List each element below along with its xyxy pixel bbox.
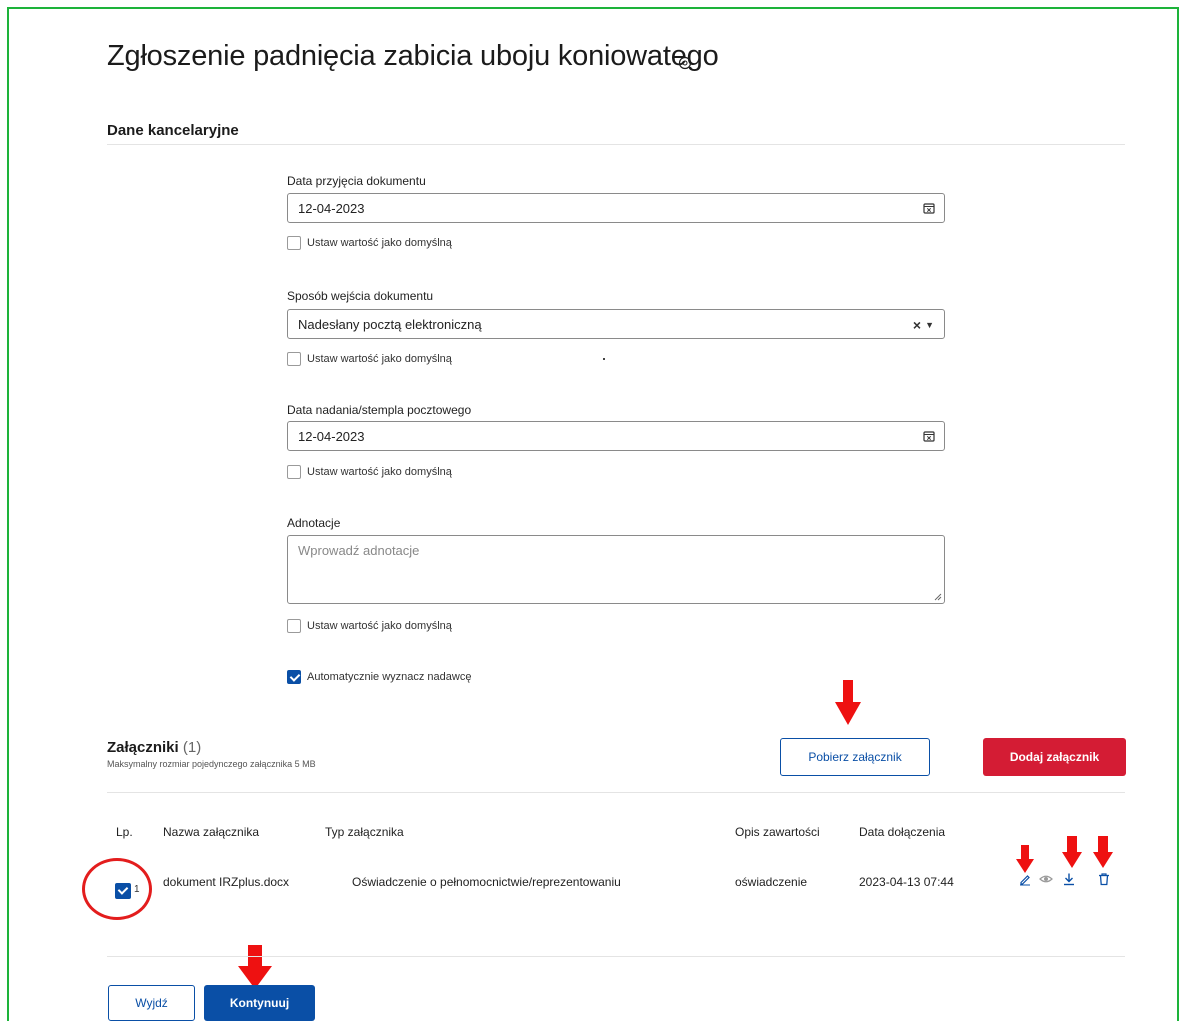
attachment-name: dokument IRZplus.docx: [163, 875, 290, 889]
calendar-icon[interactable]: [923, 430, 935, 442]
chevron-down-icon[interactable]: ▼: [925, 320, 934, 330]
attachment-date: 2023-04-13 07:44: [859, 875, 954, 889]
attachments-title: Załączniki (1): [107, 739, 201, 756]
exit-button[interactable]: Wyjdź: [108, 985, 195, 1021]
add-attachment-button[interactable]: Dodaj załącznik: [983, 738, 1126, 776]
doc-entry-method-default-checkbox[interactable]: [287, 352, 301, 366]
column-header-type: Typ załącznika: [325, 825, 404, 839]
resize-handle-icon[interactable]: [934, 593, 942, 601]
calendar-icon[interactable]: [923, 202, 935, 214]
doc-received-date-value: 12-04-2023: [298, 201, 365, 216]
page-title: Zgłoszenie padnięcia zabicia uboju konio…: [107, 40, 719, 72]
trash-icon[interactable]: [1097, 872, 1111, 886]
annotation-arrow-icon: [835, 680, 861, 725]
divider: [107, 956, 1125, 957]
column-header-name: Nazwa załącznika: [163, 825, 260, 839]
set-default-label: Ustaw wartość jako domyślną: [307, 353, 452, 365]
divider: [107, 144, 1125, 145]
doc-entry-method-select[interactable]: Nadesłany pocztą elektroniczną × ▼: [287, 309, 945, 339]
annotations-label: Adnotacje: [287, 516, 341, 530]
doc-received-date-label: Data przyjęcia dokumentu: [287, 174, 426, 188]
clear-icon[interactable]: ×: [913, 317, 921, 333]
doc-received-date-default-checkbox[interactable]: [287, 236, 301, 250]
postmark-date-default-checkbox[interactable]: [287, 465, 301, 479]
annotations-default-row[interactable]: Ustaw wartość jako domyślną: [287, 619, 452, 633]
postmark-date-label: Data nadania/stempla pocztowego: [287, 403, 472, 417]
annotations-textarea[interactable]: Wprowadź adnotacje: [287, 535, 945, 604]
divider: [107, 792, 1125, 793]
auto-sender-label: Automatycznie wyznacz nadawcę: [307, 671, 472, 683]
auto-sender-checkbox[interactable]: [287, 670, 301, 684]
doc-entry-method-default-row[interactable]: Ustaw wartość jako domyślną: [287, 352, 452, 366]
section-title-office-data: Dane kancelaryjne: [107, 122, 239, 139]
annotation-arrow-icon: [1093, 836, 1113, 868]
postmark-date-value: 12-04-2023: [298, 429, 365, 444]
annotations-default-checkbox[interactable]: [287, 619, 301, 633]
doc-received-date-default-row[interactable]: Ustaw wartość jako domyślną: [287, 236, 452, 250]
download-attachment-button[interactable]: Pobierz załącznik: [780, 738, 930, 776]
continue-button[interactable]: Kontynuuj: [204, 985, 315, 1021]
help-icon[interactable]: [678, 56, 692, 70]
download-icon[interactable]: [1062, 872, 1076, 886]
attachments-max-size-note: Maksymalny rozmiar pojedynczego załączni…: [107, 759, 316, 769]
column-header-date: Data dołączenia: [859, 825, 946, 839]
annotation-circle: [82, 858, 152, 920]
doc-entry-method-label: Sposób wejścia dokumentu: [287, 289, 434, 303]
attachment-type: Oświadczenie o pełnomocnictwie/reprezent…: [352, 875, 621, 889]
screenshot-frame: [7, 7, 1179, 1021]
annotations-placeholder: Wprowadź adnotacje: [298, 543, 420, 558]
attachment-description: oświadczenie: [735, 875, 808, 889]
attachments-title-text: Załączniki: [107, 739, 179, 756]
set-default-label: Ustaw wartość jako domyślną: [307, 237, 452, 249]
annotation-arrow-icon: [1062, 836, 1082, 868]
auto-sender-row[interactable]: Automatycznie wyznacz nadawcę: [287, 670, 471, 684]
doc-entry-method-value: Nadesłany pocztą elektroniczną: [298, 317, 482, 332]
postmark-date-input[interactable]: 12-04-2023: [287, 421, 945, 451]
set-default-label: Ustaw wartość jako domyślną: [307, 466, 452, 478]
annotation-arrow-icon: [1016, 845, 1034, 873]
stray-dot: [603, 358, 605, 360]
attachments-count: (1): [182, 739, 202, 756]
column-header-number: Lp.: [116, 825, 133, 839]
doc-received-date-input[interactable]: 12-04-2023: [287, 193, 945, 223]
annotation-arrow-icon: [238, 945, 272, 989]
postmark-date-default-row[interactable]: Ustaw wartość jako domyślną: [287, 465, 452, 479]
eye-icon[interactable]: [1039, 872, 1053, 886]
column-header-description: Opis zawartości: [735, 825, 820, 839]
set-default-label: Ustaw wartość jako domyślną: [307, 620, 452, 632]
pencil-icon[interactable]: [1018, 872, 1032, 886]
